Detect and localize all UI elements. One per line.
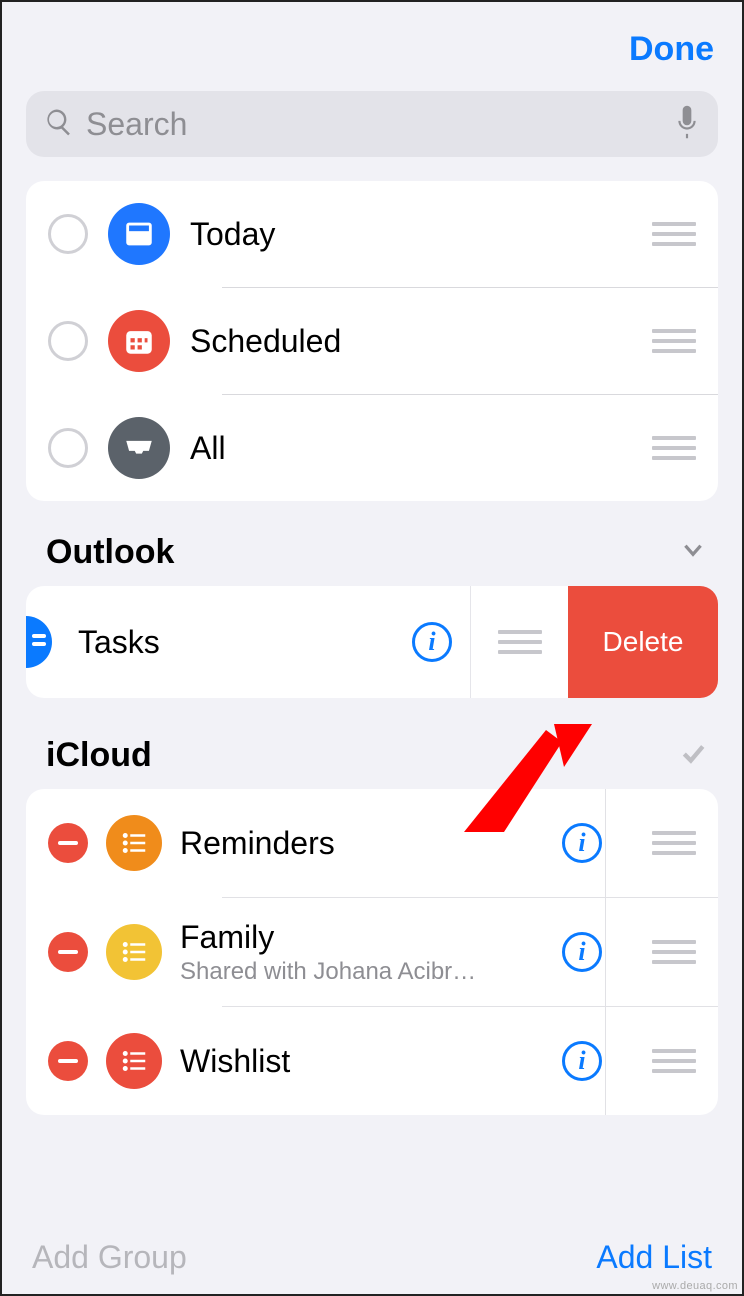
reorder-handle[interactable] <box>652 436 696 460</box>
calendar-icon <box>108 310 170 372</box>
section-header-icloud[interactable]: iCloud <box>2 718 742 789</box>
chevron-down-icon[interactable] <box>680 537 706 568</box>
reorder-handle[interactable] <box>498 630 542 654</box>
smart-lists-card: Today Scheduled All <box>26 181 718 501</box>
watermark: www.deuaq.com <box>652 1280 738 1292</box>
list-row-reminders[interactable]: Reminders i <box>26 789 718 897</box>
reorder-handle[interactable] <box>652 222 696 246</box>
footer-toolbar: Add Group Add List <box>2 1239 742 1276</box>
section-header-outlook[interactable]: Outlook <box>2 525 742 586</box>
inbox-icon <box>108 417 170 479</box>
smart-list-label: All <box>190 430 632 467</box>
reorder-handle[interactable] <box>652 329 696 353</box>
visibility-toggle[interactable] <box>48 214 88 254</box>
reorder-handle[interactable] <box>652 1049 696 1073</box>
info-icon[interactable]: i <box>412 622 452 662</box>
delete-button[interactable]: Delete <box>568 586 718 698</box>
list-label: Reminders <box>180 825 544 862</box>
swipe-reorder-zone[interactable] <box>470 586 568 698</box>
search-placeholder: Search <box>86 106 662 143</box>
dictation-icon[interactable] <box>674 105 700 144</box>
checkmark-icon[interactable] <box>680 740 706 771</box>
smart-list-label: Scheduled <box>190 323 632 360</box>
list-row-family[interactable]: Family Shared with Johana Acibr… i <box>26 898 718 1006</box>
list-bullet-icon <box>106 924 162 980</box>
today-icon <box>108 203 170 265</box>
visibility-toggle[interactable] <box>48 428 88 468</box>
smart-list-label: Today <box>190 216 632 253</box>
info-icon[interactable]: i <box>562 932 602 972</box>
info-icon[interactable]: i <box>562 823 602 863</box>
list-bullet-icon <box>106 815 162 871</box>
section-title: Outlook <box>46 533 174 572</box>
reorder-handle[interactable] <box>652 831 696 855</box>
search-icon <box>44 107 74 142</box>
smart-list-scheduled[interactable]: Scheduled <box>26 288 718 394</box>
done-button[interactable]: Done <box>629 30 714 69</box>
section-title: iCloud <box>46 736 152 775</box>
reorder-handle[interactable] <box>652 940 696 964</box>
icloud-lists-card: Reminders i Family Shared with Johana Ac… <box>26 789 718 1115</box>
remove-icon[interactable] <box>48 823 88 863</box>
add-group-button: Add Group <box>32 1239 187 1276</box>
list-subtitle: Shared with Johana Acibr… <box>180 958 480 986</box>
list-label: Family <box>180 919 544 956</box>
list-label: Wishlist <box>180 1043 544 1080</box>
list-label: Tasks <box>78 624 394 661</box>
smart-list-today[interactable]: Today <box>26 181 718 287</box>
list-row-tasks-swiped: Tasks i Delete <box>26 586 718 698</box>
visibility-toggle[interactable] <box>48 321 88 361</box>
list-icon-tasks <box>26 616 52 668</box>
list-bullet-icon <box>106 1033 162 1089</box>
list-row-wishlist[interactable]: Wishlist i <box>26 1007 718 1115</box>
smart-list-all[interactable]: All <box>26 395 718 501</box>
add-list-button[interactable]: Add List <box>596 1239 712 1276</box>
remove-icon[interactable] <box>48 932 88 972</box>
search-field[interactable]: Search <box>26 91 718 157</box>
remove-icon[interactable] <box>48 1041 88 1081</box>
info-icon[interactable]: i <box>562 1041 602 1081</box>
list-row-tasks[interactable]: Tasks i <box>26 586 470 698</box>
